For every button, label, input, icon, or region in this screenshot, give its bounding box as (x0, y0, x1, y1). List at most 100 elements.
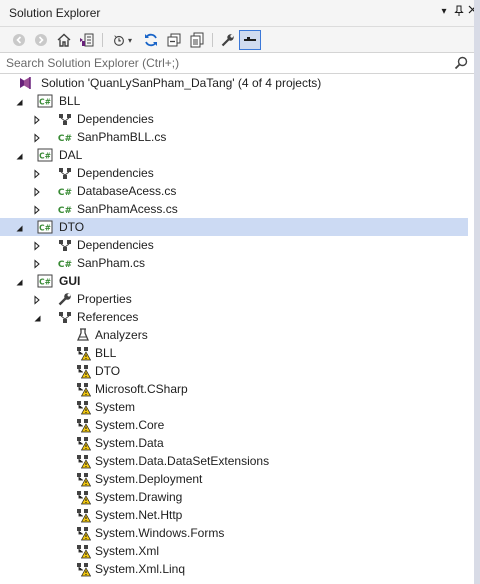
reference-item[interactable]: System.Xml (0, 542, 474, 560)
properties-node[interactable]: Properties (0, 290, 474, 308)
tree-item-label: Analyzers (95, 328, 148, 342)
expanded-arrow-icon[interactable] (14, 150, 24, 160)
tree-item-label: SanPhamAcess.cs (77, 202, 178, 216)
collapsed-arrow-icon[interactable] (32, 294, 42, 305)
reference-item[interactable]: System.Xml.Linq (0, 560, 474, 578)
reference-item[interactable]: Microsoft.CSharp (0, 380, 474, 398)
window-title: Solution Explorer (9, 6, 101, 20)
tree-item-label: Microsoft.CSharp (95, 382, 188, 396)
csharp-project-icon: C# (37, 219, 53, 235)
tree-item-label: SanPhamBLL.cs (77, 130, 167, 144)
project-node-dal[interactable]: C# DAL (0, 146, 474, 164)
tree-item-label: System.Drawing (95, 490, 183, 504)
dependencies-node[interactable]: Dependencies (0, 164, 474, 182)
svg-text:C#: C# (58, 188, 72, 198)
reference-item[interactable]: System (0, 398, 474, 416)
reference-item[interactable]: BLL (0, 344, 474, 362)
file-node[interactable]: C# SanPhamAcess.cs (0, 200, 474, 218)
search-input[interactable] (6, 55, 436, 70)
collapsed-arrow-icon[interactable] (32, 240, 42, 251)
reference-warning-icon (75, 543, 92, 559)
reference-item[interactable]: System.Data (0, 434, 474, 452)
tree-item-label: Dependencies (77, 112, 154, 126)
tree-item-label: Dependencies (77, 166, 154, 180)
tree-item-label: System.Xml (95, 544, 160, 558)
expanded-arrow-icon[interactable] (14, 276, 24, 286)
file-node[interactable]: C# SanPham.cs (0, 254, 474, 272)
tree-item-label: System.Core (95, 418, 165, 432)
dependencies-node[interactable]: Dependencies (0, 236, 474, 254)
reference-warning-icon (75, 363, 92, 379)
window-options-icon[interactable]: ▾ (437, 5, 451, 19)
svg-text:C#: C# (58, 260, 72, 270)
project-node-bll[interactable]: C# BLL (0, 92, 474, 110)
references-icon (57, 309, 73, 325)
tree-item-label: DAL (59, 148, 83, 162)
references-node[interactable]: References (0, 308, 474, 326)
search-bar (0, 52, 474, 74)
collapsed-arrow-icon[interactable] (32, 168, 42, 179)
tree-item-label: GUI (59, 274, 81, 288)
collapsed-arrow-icon[interactable] (32, 114, 42, 125)
expanded-arrow-icon[interactable] (14, 222, 24, 232)
svg-text:C#: C# (58, 206, 72, 216)
tree-item-label: System.Data (95, 436, 164, 450)
svg-text:C#: C# (39, 278, 51, 287)
svg-text:C#: C# (39, 152, 51, 161)
tree-item-label: System (95, 400, 136, 414)
tree-item-label: SanPham.cs (77, 256, 146, 270)
svg-text:C#: C# (39, 224, 51, 233)
dependencies-icon (57, 111, 73, 127)
sync-icon[interactable] (141, 30, 161, 50)
dependencies-node[interactable]: Dependencies (0, 110, 474, 128)
collapsed-arrow-icon[interactable] (32, 186, 42, 197)
reference-item[interactable]: System.Drawing (0, 488, 474, 506)
reference-item[interactable]: System.Data.DataSetExtensions (0, 452, 474, 470)
reference-item[interactable]: System.Net.Http (0, 506, 474, 524)
pin-icon[interactable] (452, 5, 466, 19)
collapsed-arrow-icon[interactable] (32, 258, 42, 269)
reference-item[interactable]: System.Deployment (0, 470, 474, 488)
csharp-project-icon: C# (37, 273, 53, 289)
file-node[interactable]: C# DatabaseAcess.cs (0, 182, 474, 200)
collapse-all-icon[interactable] (164, 30, 184, 50)
collapsed-arrow-icon[interactable] (32, 132, 42, 143)
pending-changes-filter-icon[interactable]: ▾ (108, 30, 136, 50)
svg-text:C#: C# (39, 98, 51, 107)
reference-item[interactable]: DTO (0, 362, 474, 380)
expanded-arrow-icon[interactable] (32, 312, 42, 322)
reference-warning-icon (75, 525, 92, 541)
collapsed-arrow-icon[interactable] (32, 204, 42, 215)
reference-item[interactable]: System.Core (0, 416, 474, 434)
expanded-arrow-icon[interactable] (14, 96, 24, 106)
preview-icon[interactable] (239, 30, 261, 50)
reference-item[interactable]: System.Windows.Forms (0, 524, 474, 542)
solution-icon (17, 75, 33, 91)
dependencies-icon (57, 165, 73, 181)
tree-item-label: System.Windows.Forms (95, 526, 225, 540)
analyzer-icon (75, 327, 91, 343)
search-icon[interactable] (454, 56, 468, 70)
toolbar: ▾ (0, 27, 474, 52)
csharp-file-icon: C# (57, 255, 73, 271)
project-node-gui[interactable]: C# GUI (0, 272, 474, 290)
switch-views-icon[interactable] (77, 30, 97, 50)
csharp-file-icon: C# (57, 183, 73, 199)
csharp-file-icon: C# (57, 201, 73, 217)
home-icon[interactable] (54, 30, 74, 50)
reference-warning-icon (75, 417, 92, 433)
properties-icon[interactable] (218, 30, 238, 50)
show-all-files-icon[interactable] (187, 30, 207, 50)
reference-warning-icon (75, 471, 92, 487)
project-node-dto[interactable]: C# DTO (0, 218, 474, 236)
analyzers-node[interactable]: Analyzers (0, 326, 474, 344)
tree-item-label: Dependencies (77, 238, 154, 252)
forward-icon[interactable] (31, 30, 51, 50)
tree-item-label: System.Net.Http (95, 508, 183, 522)
dependencies-icon (57, 237, 73, 253)
svg-text:C#: C# (58, 134, 72, 144)
file-node[interactable]: C# SanPhamBLL.cs (0, 128, 474, 146)
solution-node[interactable]: Solution 'QuanLySanPham_DaTang' (4 of 4 … (0, 74, 474, 92)
reference-warning-icon (75, 399, 92, 415)
back-icon[interactable] (9, 30, 29, 50)
